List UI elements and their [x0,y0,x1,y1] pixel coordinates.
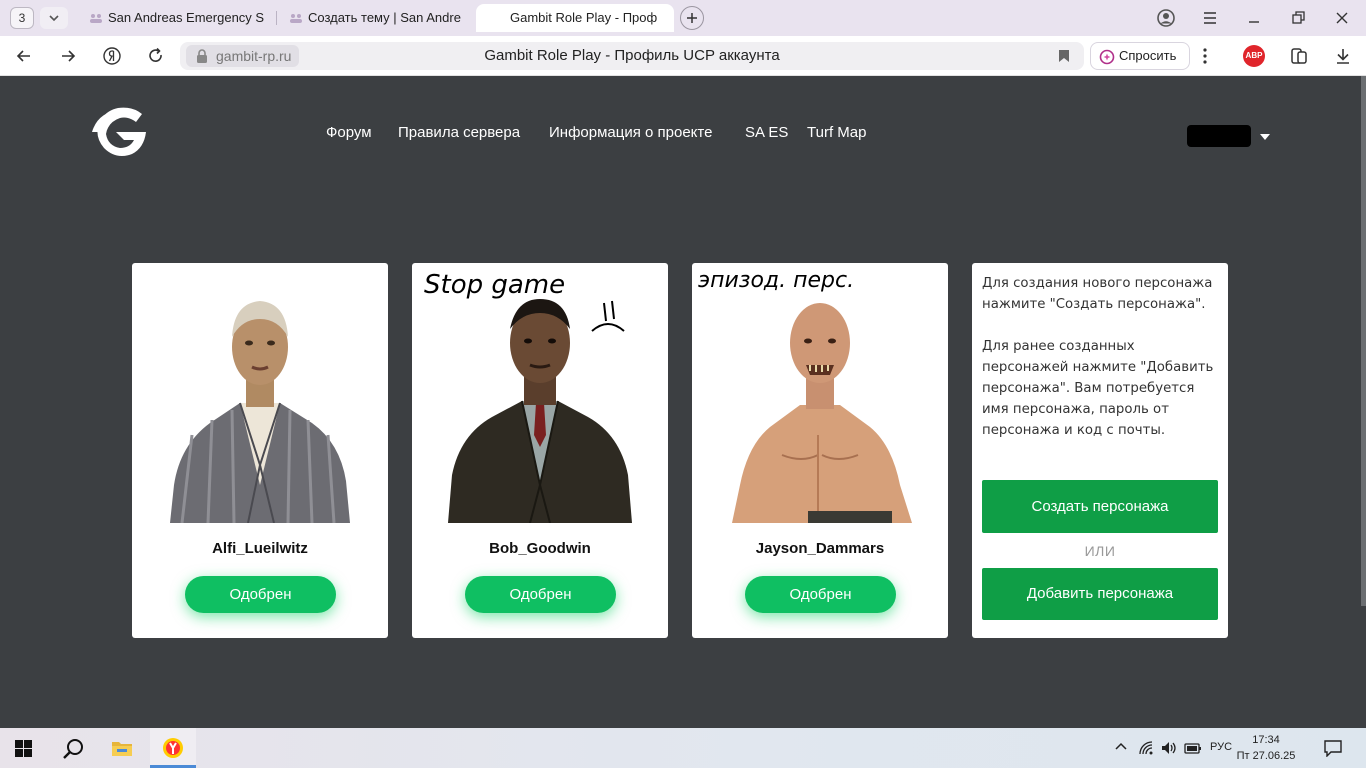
nav-forum-link[interactable]: Форум [326,124,372,141]
chevron-down-icon [49,15,59,22]
profile-icon[interactable] [1156,8,1176,28]
restore-icon[interactable] [1288,8,1308,28]
character-actions-panel: Для создания нового персонажа нажмите "С… [972,263,1228,638]
forum-favicon-icon [290,14,302,23]
more-vertical-icon[interactable] [1198,46,1212,66]
tab-list-button[interactable] [40,7,68,29]
search-icon [63,739,83,759]
clock-date: Пт 27.06.25 [1236,750,1296,762]
instructions-text: Для создания нового персонажа нажмите "С… [982,273,1222,441]
tab-create-topic[interactable]: Создать тему | San Andre [278,4,468,32]
or-divider: ИЛИ [1084,543,1116,559]
clock-time: 17:34 [1252,734,1280,746]
network-icon[interactable] [1138,740,1154,756]
character-card[interactable]: Alfi_Lueilwitz Одобрен [132,263,388,638]
status-approved-button[interactable]: Одобрен [465,576,616,613]
main-nav: Форум Правила сервера Информация о проек… [0,124,1366,146]
tab-count-button[interactable]: 3 [10,7,34,29]
tab-label: Создать тему | San Andre [308,10,461,25]
ask-label: Спросить [1119,48,1177,63]
add-character-button[interactable]: Добавить персонажа [982,568,1218,620]
character-avatar [170,301,350,523]
user-menu-redacted[interactable] [1187,125,1251,147]
tab-separator [276,11,277,25]
page-scrollbar[interactable] [1361,76,1366,606]
tab-label: Gambit Role Play - Проф [510,10,658,25]
notifications-icon[interactable] [1324,739,1342,757]
system-clock[interactable]: 17:34 Пт 27.06.25 [1236,732,1296,764]
bookmark-icon[interactable] [1058,49,1070,63]
reload-icon[interactable] [146,46,166,66]
new-tab-button[interactable] [680,6,704,30]
menu-icon[interactable] [1200,8,1220,28]
create-character-button[interactable]: Создать персонажа [982,480,1218,533]
tab-label: San Andreas Emergency S [108,10,265,25]
yandex-browser-icon [163,738,183,758]
browser-tab-bar: 3 San Andreas Emergency S Создать тему |… [0,0,1366,36]
ask-alice-button[interactable]: Спросить [1090,42,1190,70]
search-button[interactable] [49,728,95,768]
tray-chevron-up-icon[interactable] [1114,740,1128,754]
caret-down-icon[interactable] [1260,134,1270,140]
forum-favicon-icon [90,14,102,23]
input-language-indicator[interactable]: РУС [1210,741,1232,753]
character-name: Jayson_Dammars [755,540,885,557]
back-arrow-icon[interactable] [14,46,34,66]
volume-icon[interactable] [1160,740,1178,756]
plus-icon [687,13,697,23]
status-approved-button[interactable]: Одобрен [185,576,336,613]
forward-arrow-icon[interactable] [58,46,78,66]
yandex-logo-icon[interactable] [102,46,122,66]
yandex-browser-taskbar-button[interactable] [150,728,196,768]
page-title: Gambit Role Play - Профиль UCP аккаунта [484,47,780,64]
close-icon[interactable] [1332,8,1352,28]
nav-turf-map-link[interactable]: Turf Map [807,124,866,141]
tab-sa-es[interactable]: San Andreas Emergency S [78,4,274,32]
nav-rules-link[interactable]: Правила сервера [398,124,520,141]
alice-sparkle-icon [1099,49,1115,65]
battery-icon[interactable] [1184,740,1202,756]
character-card[interactable]: Stop game Bob_Goodwin Одобрен [412,263,668,638]
add-instructions: Для ранее созданных персонажей нажмите "… [982,339,1214,438]
windows-logo-icon [15,740,32,757]
nav-saes-link[interactable]: SA ES [745,124,788,141]
status-approved-button[interactable]: Одобрен [745,576,896,613]
folder-icon [112,742,132,756]
create-instructions: Для создания нового персонажа нажмите "С… [982,276,1213,312]
character-name: Bob_Goodwin [489,540,591,557]
adblock-plus-icon[interactable]: ABP [1243,45,1265,67]
nav-info-link[interactable]: Информация о проекте [549,124,712,141]
extensions-icon[interactable] [1289,46,1309,66]
start-button[interactable] [0,728,46,768]
character-avatar [448,299,632,523]
download-icon[interactable] [1333,46,1353,66]
character-card[interactable]: эпизод. перс. Jayson_Dammars Одобрен [692,263,948,638]
browser-address-bar: gambit-rp.ru Gambit Role Play - Профиль … [0,36,1366,76]
address-input[interactable]: gambit-rp.ru Gambit Role Play - Профиль … [180,42,1084,70]
character-name: Alfi_Lueilwitz [212,540,308,557]
character-avatar [732,303,912,523]
windows-taskbar: РУС 17:34 Пт 27.06.25 [0,728,1366,768]
tab-gambit-profile[interactable]: Gambit Role Play - Проф [476,4,674,32]
minimize-icon[interactable] [1244,8,1264,28]
file-explorer-button[interactable] [99,728,145,768]
